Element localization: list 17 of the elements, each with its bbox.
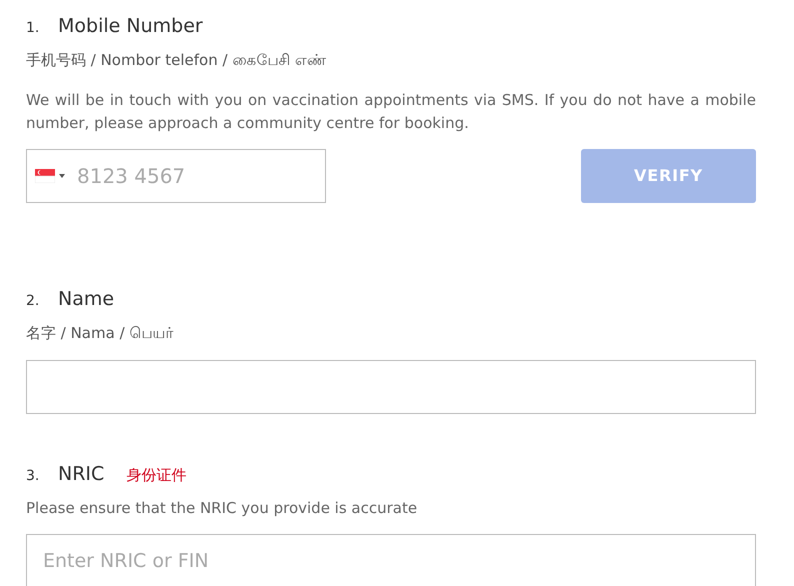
field-label: Mobile Number: [58, 14, 203, 39]
translated-label: 名字 / Nama / பெயர்: [26, 322, 174, 344]
text-field[interactable]: Enter NRIC or FIN: [26, 534, 756, 586]
text-field[interactable]: [26, 360, 756, 414]
caret-icon[interactable]: [59, 174, 65, 178]
field-description: Please ensure that the NRIC you provide is accurate: [26, 498, 418, 518]
question-number: 3.: [26, 467, 40, 486]
question-number: 2.: [26, 292, 40, 311]
question-number: 1.: [26, 19, 40, 38]
translated-label: 手机号码 / Nombor telefon / கைபேசி எண்: [26, 50, 328, 70]
phone-input[interactable]: 8123 4567: [77, 161, 277, 191]
annotation-text: 身份证件: [126, 465, 186, 486]
field-label: NRIC: [58, 462, 104, 487]
phone-field[interactable]: 8123 4567: [26, 149, 326, 203]
field-description: We will be in touch with you on vaccination appointments via SMS. If you do not have a mobile number, please approach a community centre for booking.: [26, 90, 756, 134]
flag-icon: [35, 169, 55, 183]
field-label: Name: [58, 287, 114, 312]
